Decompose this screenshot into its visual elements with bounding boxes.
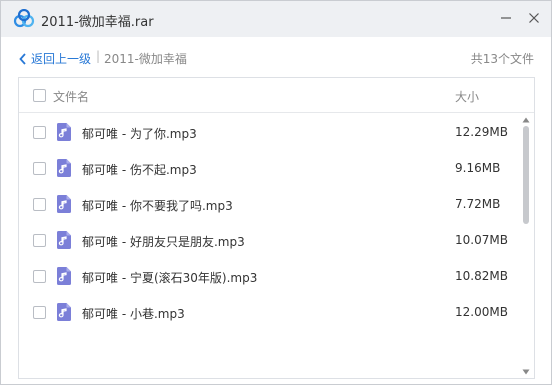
file-checkbox[interactable]	[33, 270, 46, 283]
file-name: 郁可唯 - 你不要我了吗.mp3	[82, 199, 233, 213]
file-name: 郁可唯 - 伤不起.mp3	[82, 163, 197, 177]
vertical-scrollbar[interactable]	[519, 114, 533, 378]
file-checkbox[interactable]	[33, 198, 46, 211]
scroll-up-arrow-icon[interactable]	[522, 116, 530, 124]
close-button[interactable]	[523, 7, 545, 29]
file-size: 12.29MB	[455, 125, 508, 139]
file-size: 12.00MB	[455, 305, 508, 319]
file-name: 郁可唯 - 小巷.mp3	[82, 307, 185, 321]
file-size: 10.82MB	[455, 269, 508, 283]
file-size: 9.16MB	[455, 161, 501, 175]
app-logo-icon	[13, 9, 35, 28]
music-file-icon	[57, 159, 71, 177]
list-header: 文件名 大小	[19, 78, 534, 113]
scrollbar-thumb[interactable]	[523, 126, 529, 224]
close-icon	[529, 13, 539, 23]
column-header-size[interactable]: 大小	[455, 88, 479, 105]
file-checkbox[interactable]	[33, 306, 46, 319]
file-checkbox[interactable]	[33, 126, 46, 139]
list-item[interactable]: 郁可唯 - 为了你.mp3 12.29MB	[19, 115, 519, 151]
file-size: 10.07MB	[455, 233, 508, 247]
chevron-left-icon	[19, 52, 26, 65]
archive-window: 2011-微加幸福.rar 返回上一级 | 2011-微加幸福 共13个文件 文…	[0, 0, 552, 385]
list-item[interactable]: 郁可唯 - 小巷.mp3 12.00MB	[19, 295, 519, 331]
file-list: 文件名 大小 郁可唯 - 为了你.mp3 12.29MB 郁可唯 - 伤不起.mp3…	[18, 77, 535, 379]
music-file-icon	[57, 303, 71, 321]
minimize-button[interactable]	[495, 7, 517, 29]
file-count: 共13个文件	[470, 52, 534, 66]
breadcrumb: 2011-微加幸福	[104, 52, 187, 66]
window-title: 2011-微加幸福.rar	[41, 15, 154, 30]
music-file-icon	[57, 267, 71, 285]
music-file-icon	[57, 231, 71, 249]
back-button[interactable]: 返回上一级	[19, 50, 91, 67]
breadcrumb-separator: |	[96, 49, 101, 63]
list-item[interactable]: 郁可唯 - 好朋友只是朋友.mp3 10.07MB	[19, 223, 519, 259]
file-size: 7.72MB	[455, 197, 501, 211]
scroll-down-arrow-icon[interactable]	[522, 368, 530, 376]
navigation-bar: 返回上一级 | 2011-微加幸福 共13个文件	[1, 37, 551, 77]
music-file-icon	[57, 195, 71, 213]
file-name: 郁可唯 - 为了你.mp3	[82, 127, 197, 141]
file-checkbox[interactable]	[33, 234, 46, 247]
file-checkbox[interactable]	[33, 162, 46, 175]
column-header-name[interactable]: 文件名	[53, 88, 89, 105]
file-name: 郁可唯 - 宁夏(滚石30年版).mp3	[82, 271, 258, 285]
back-label: 返回上一级	[31, 52, 92, 66]
file-name: 郁可唯 - 好朋友只是朋友.mp3	[82, 235, 245, 249]
minimize-icon	[501, 17, 511, 19]
music-file-icon	[57, 123, 71, 141]
content-area: 返回上一级 | 2011-微加幸福 共13个文件 文件名 大小 郁可唯 - 为了…	[1, 37, 551, 384]
list-item[interactable]: 郁可唯 - 宁夏(滚石30年版).mp3 10.82MB	[19, 259, 519, 295]
list-item[interactable]: 郁可唯 - 你不要我了吗.mp3 7.72MB	[19, 187, 519, 223]
title-bar[interactable]: 2011-微加幸福.rar	[1, 1, 551, 37]
list-item[interactable]: 郁可唯 - 伤不起.mp3 9.16MB	[19, 151, 519, 187]
select-all-checkbox[interactable]	[33, 89, 46, 102]
